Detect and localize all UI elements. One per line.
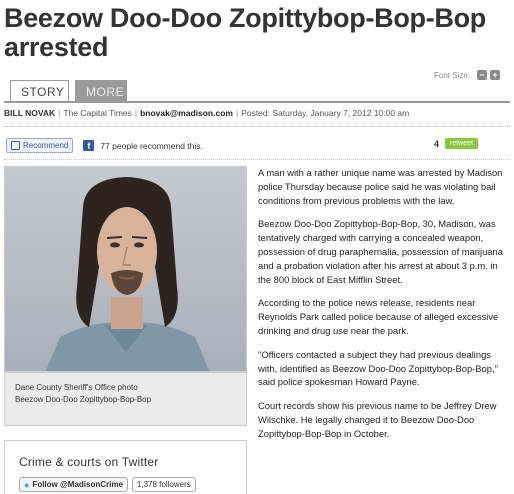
mugshot-image: [5, 167, 246, 371]
article-paragraph: A man with a rather unique name was arre…: [258, 167, 503, 206]
twitter-widget-title: Crime & courts on Twitter: [19, 455, 159, 469]
font-increase-button[interactable]: +: [490, 70, 500, 80]
tab-story[interactable]: STORY: [10, 80, 69, 102]
facebook-icon: f: [83, 140, 95, 151]
twitter-bird-icon: ●: [24, 479, 30, 490]
social-bar: Recommend f 77 people recommend this.: [6, 138, 203, 153]
photo-credit: Dane County Sheriff's Office photo: [15, 383, 138, 392]
twitter-widget: Crime & courts on Twitter ● Follow @Madi…: [4, 440, 247, 494]
thumbs-up-icon: [11, 141, 20, 150]
follow-twitter-button[interactable]: ● Follow @MadisonCrime: [19, 477, 128, 492]
byline-email-link[interactable]: bnovak@madison.com: [140, 108, 233, 118]
followers-count: 1,378 followers: [131, 477, 196, 492]
byline-posted: Posted: Saturday, January 7, 2012 10:00 …: [241, 108, 410, 118]
retweet-widget: 4 retweet: [434, 138, 478, 149]
font-size-label: Font Size:: [433, 70, 470, 80]
article-tabs: STORY MORE: [10, 80, 127, 102]
recommend-button[interactable]: Recommend: [6, 138, 74, 153]
tab-divider: [4, 101, 510, 103]
article-body: A man with a rather unique name was arre…: [258, 166, 510, 451]
photo-caption: Dane County Sheriff's Office photo Beezo…: [4, 372, 247, 426]
tab-more[interactable]: MORE: [75, 80, 127, 102]
byline-author[interactable]: BILL NOVAK: [4, 108, 55, 118]
photo-subject: Beezow Doo-Doo Zopittybop-Bop-Bop: [15, 395, 152, 404]
recommend-label: Recommend: [23, 141, 69, 150]
mugshot-photo: [4, 166, 247, 372]
article-paragraph: Beezow Doo-Doo Zopittybop-Bop-Bop, 30, M…: [258, 218, 503, 285]
font-size-control: Font Size: − +: [434, 70, 500, 80]
social-divider: [4, 159, 510, 160]
article-paragraph: "Officers contacted a subject they had p…: [258, 348, 498, 388]
article-headline: Beezow Doo-Doo Zopittybop-Bop-Bop arrest…: [4, 3, 486, 62]
article-paragraph: Court records show his previous name to …: [258, 400, 497, 439]
follow-label: Follow @MadisonCrime: [32, 480, 123, 489]
byline: BILL NOVAK | The Capital Times | bnovak@madi…: [4, 108, 410, 118]
font-decrease-button[interactable]: −: [477, 70, 487, 80]
byline-divider: [4, 126, 510, 127]
byline-publication: The Capital Times: [63, 108, 132, 118]
article-paragraph: According to the police news release, re…: [258, 297, 499, 336]
retweet-button[interactable]: retweet: [445, 138, 478, 149]
recommend-count: 77 people recommend this.: [100, 140, 203, 151]
retweet-count: 4: [434, 138, 440, 149]
